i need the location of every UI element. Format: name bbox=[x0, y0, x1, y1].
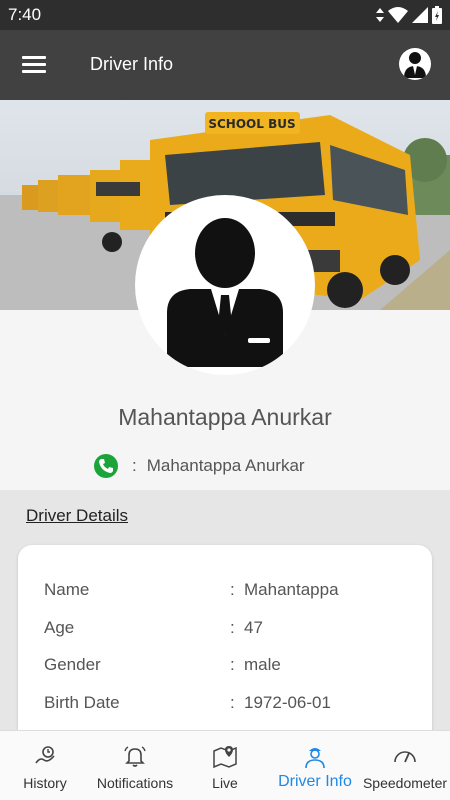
nav-label: Speedometer bbox=[362, 775, 448, 791]
driver-name: Mahantappa Anurkar bbox=[118, 404, 332, 430]
driver-avatar-icon[interactable] bbox=[399, 48, 431, 80]
signal-icon bbox=[412, 7, 428, 23]
nav-item-live[interactable]: Live bbox=[180, 731, 270, 800]
nav-label: Driver Info bbox=[278, 773, 352, 790]
driver-details-heading: Driver Details bbox=[26, 506, 129, 525]
detail-separator: : bbox=[230, 655, 235, 674]
profile-picture bbox=[135, 195, 315, 375]
driver-details-card: Name : Mahantappa Age : 47 Gender : male… bbox=[18, 545, 432, 745]
nav-label: History bbox=[23, 775, 67, 791]
bell-icon bbox=[124, 746, 146, 767]
nav-label: Notifications bbox=[96, 775, 174, 791]
data-arrows-icon bbox=[376, 8, 384, 22]
driver-profile-icon bbox=[167, 218, 283, 367]
detail-separator: : bbox=[230, 580, 235, 599]
detail-separator: : bbox=[230, 693, 235, 712]
contact-row: : Mahantappa Anurkar bbox=[94, 453, 305, 479]
history-icon bbox=[35, 746, 55, 764]
nav-label: Live bbox=[212, 775, 238, 791]
status-bar: 7:40 bbox=[0, 0, 450, 30]
detail-separator: : bbox=[230, 618, 235, 637]
hamburger-menu-icon[interactable] bbox=[18, 52, 52, 78]
app-bar: Driver Info bbox=[0, 30, 450, 100]
detail-value: 1972-06-01 bbox=[244, 693, 331, 712]
phone-icon[interactable] bbox=[94, 454, 118, 478]
detail-value: 47 bbox=[244, 618, 263, 637]
driver-icon bbox=[305, 748, 325, 769]
map-pin-icon bbox=[213, 746, 237, 769]
detail-label: Gender bbox=[44, 655, 101, 674]
speedometer-icon bbox=[394, 751, 416, 763]
detail-value: male bbox=[244, 655, 281, 674]
battery-icon bbox=[432, 6, 442, 24]
detail-label: Age bbox=[44, 618, 75, 637]
detail-label: Name bbox=[44, 580, 90, 599]
nav-item-driver-info[interactable]: Driver Info bbox=[270, 731, 360, 800]
contact-name: Mahantappa Anurkar bbox=[146, 456, 305, 475]
nav-item-history[interactable]: History bbox=[0, 731, 90, 800]
nav-item-notifications[interactable]: Notifications bbox=[90, 731, 180, 800]
status-icons bbox=[376, 6, 442, 24]
page-title: Driver Info bbox=[90, 54, 174, 74]
bottom-navigation: History Notifications Live Driver Info S… bbox=[0, 730, 450, 800]
nav-item-speedometer[interactable]: Speedometer bbox=[360, 731, 450, 800]
detail-value: Mahantappa bbox=[244, 580, 339, 599]
bus-sign-text: SCHOOL BUS bbox=[208, 117, 295, 131]
status-time: 7:40 bbox=[8, 5, 42, 24]
contact-separator: : bbox=[132, 456, 137, 475]
wifi-icon bbox=[388, 7, 408, 23]
detail-label: Birth Date bbox=[44, 693, 120, 712]
